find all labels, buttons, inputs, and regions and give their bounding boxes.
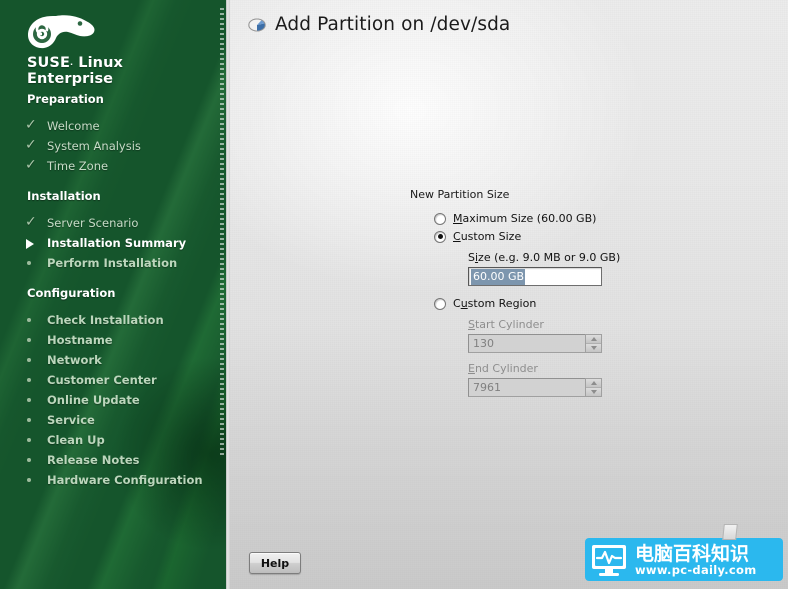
- sidebar-item-label: Time Zone: [47, 159, 109, 173]
- page-title: Add Partition on /dev/sda: [275, 14, 511, 35]
- nav-section-configuration: Configuration: [27, 286, 116, 300]
- site-watermark: 电脑百科知识 www.pc-daily.com: [585, 524, 783, 581]
- bullet-icon: [24, 310, 42, 330]
- sidebar-item-label: Network: [47, 353, 102, 367]
- sidebar-item-system-analysis[interactable]: ✓ System Analysis: [0, 136, 226, 156]
- sidebar-item-label: Hardware Configuration: [47, 473, 203, 487]
- bullet-icon: [24, 330, 42, 350]
- sidebar-item-service[interactable]: Service: [0, 410, 226, 430]
- radio-option-maximum-size[interactable]: Maximum Size (60.00 GB): [434, 210, 670, 227]
- check-icon: ✓: [25, 157, 37, 173]
- end-cylinder-value[interactable]: 7961: [468, 378, 585, 397]
- sidebar-item-label: Check Installation: [47, 313, 164, 327]
- start-cylinder-stepper[interactable]: 130: [468, 334, 602, 353]
- form-group-label: New Partition Size: [410, 188, 510, 201]
- sidebar-item-hardware-configuration[interactable]: Hardware Configuration: [0, 470, 226, 490]
- sidebar-item-label: Customer Center: [47, 373, 157, 387]
- sidebar-item-server-scenario[interactable]: ✓ Server Scenario: [0, 213, 226, 233]
- start-cylinder-increment-button[interactable]: [586, 335, 601, 344]
- watermark-text: 电脑百科知识 www.pc-daily.com: [633, 538, 783, 581]
- radio-custom-region[interactable]: [434, 297, 446, 310]
- chevron-up-icon: [590, 380, 597, 385]
- product-brand: SUSE. Linux Enterprise: [27, 55, 212, 87]
- sidebar-item-online-update[interactable]: Online Update: [0, 390, 226, 410]
- installer-window: SUSE. Linux Enterprise Preparation ✓ Wel…: [0, 0, 788, 589]
- bullet-icon: [24, 253, 42, 273]
- start-cylinder-buttons[interactable]: [585, 334, 602, 353]
- watermark-url: www.pc-daily.com: [635, 562, 757, 577]
- start-cylinder-value[interactable]: 130: [468, 334, 585, 353]
- size-input[interactable]: 60.00 GB: [468, 267, 602, 286]
- arrow-right-icon: [24, 233, 42, 253]
- bullet-icon: [24, 370, 42, 390]
- end-cylinder-increment-button[interactable]: [586, 379, 601, 388]
- check-icon: ✓: [25, 137, 37, 153]
- installer-steps-nav: Preparation ✓ Welcome ✓ System Analysis …: [0, 92, 226, 490]
- sidebar-item-clean-up[interactable]: Clean Up: [0, 430, 226, 450]
- partition-disk-icon: [248, 16, 266, 34]
- chevron-down-icon: [590, 345, 597, 350]
- nav-section-installation: Installation: [27, 189, 101, 203]
- chevron-up-icon: [590, 336, 597, 341]
- sidebar-item-check-installation[interactable]: Check Installation: [0, 310, 226, 330]
- radio-maximum-size[interactable]: [434, 212, 446, 225]
- bullet-icon: [24, 410, 42, 430]
- help-button[interactable]: Help: [249, 552, 301, 574]
- bullet-icon: [24, 390, 42, 410]
- radio-label-custom-size: Custom Size: [453, 230, 522, 243]
- sidebar-item-hostname[interactable]: Hostname: [0, 330, 226, 350]
- sidebar-item-network[interactable]: Network: [0, 350, 226, 370]
- radio-option-custom-region[interactable]: Custom Region: [434, 295, 670, 312]
- sidebar-item-installation-summary[interactable]: Installation Summary: [0, 233, 226, 253]
- check-icon: ✓: [25, 117, 37, 133]
- main-content-panel: Add Partition on /dev/sda New Partition …: [230, 0, 788, 589]
- watermark-tab-decoration: [722, 524, 738, 540]
- suse-chameleon-logo: [22, 10, 118, 60]
- bullet-icon: [24, 450, 42, 470]
- sidebar-item-label: Clean Up: [47, 433, 105, 447]
- brand-line-1: SUSE: [27, 55, 70, 71]
- bullet-icon: [24, 350, 42, 370]
- start-cylinder-decrement-button[interactable]: [586, 343, 601, 352]
- radio-label-custom-region: Custom Region: [453, 297, 537, 310]
- sidebar-item-customer-center[interactable]: Customer Center: [0, 370, 226, 390]
- end-cylinder-stepper[interactable]: 7961: [468, 378, 602, 397]
- size-field-label: Size (e.g. 9.0 MB or 9.0 GB): [468, 251, 621, 264]
- installer-sidebar: SUSE. Linux Enterprise Preparation ✓ Wel…: [0, 0, 226, 589]
- sidebar-item-label: System Analysis: [47, 139, 141, 153]
- sidebar-item-label: Hostname: [47, 333, 113, 347]
- radio-label-maximum-size: Maximum Size (60.00 GB): [453, 212, 597, 225]
- sidebar-item-perform-installation[interactable]: Perform Installation: [0, 253, 226, 273]
- sidebar-item-label: Online Update: [47, 393, 140, 407]
- check-icon: ✓: [25, 214, 37, 230]
- end-cylinder-buttons[interactable]: [585, 378, 602, 397]
- sidebar-item-label: Installation Summary: [47, 236, 187, 250]
- watermark-chinese-label: 电脑百科知识: [635, 542, 750, 565]
- brand-line-2: Enterprise: [27, 71, 114, 87]
- end-cylinder-decrement-button[interactable]: [586, 387, 601, 396]
- sidebar-item-label: Welcome: [47, 119, 100, 133]
- size-input-value: 60.00 GB: [471, 268, 526, 285]
- page-header: Add Partition on /dev/sda: [248, 14, 510, 35]
- sidebar-item-label: Release Notes: [47, 453, 140, 467]
- radio-custom-size[interactable]: [434, 230, 446, 243]
- start-cylinder-label: Start Cylinder: [468, 318, 544, 331]
- bullet-icon: [24, 470, 42, 490]
- sidebar-item-release-notes[interactable]: Release Notes: [0, 450, 226, 470]
- sidebar-item-label: Perform Installation: [47, 256, 178, 270]
- sidebar-item-label: Server Scenario: [47, 216, 139, 230]
- sidebar-item-welcome[interactable]: ✓ Welcome: [0, 116, 226, 136]
- new-partition-size-form: New Partition Size Maximum Size (60.00 G…: [410, 188, 670, 397]
- bullet-icon: [24, 430, 42, 450]
- sidebar-item-label: Service: [47, 413, 95, 427]
- sidebar-item-time-zone[interactable]: ✓ Time Zone: [0, 156, 226, 176]
- end-cylinder-label: End Cylinder: [468, 362, 538, 375]
- nav-section-preparation: Preparation: [27, 92, 104, 106]
- radio-option-custom-size[interactable]: Custom Size: [434, 228, 670, 245]
- brand-line-1b: Linux: [73, 55, 123, 71]
- monitor-pulse-icon: [585, 538, 633, 581]
- chevron-down-icon: [590, 389, 597, 394]
